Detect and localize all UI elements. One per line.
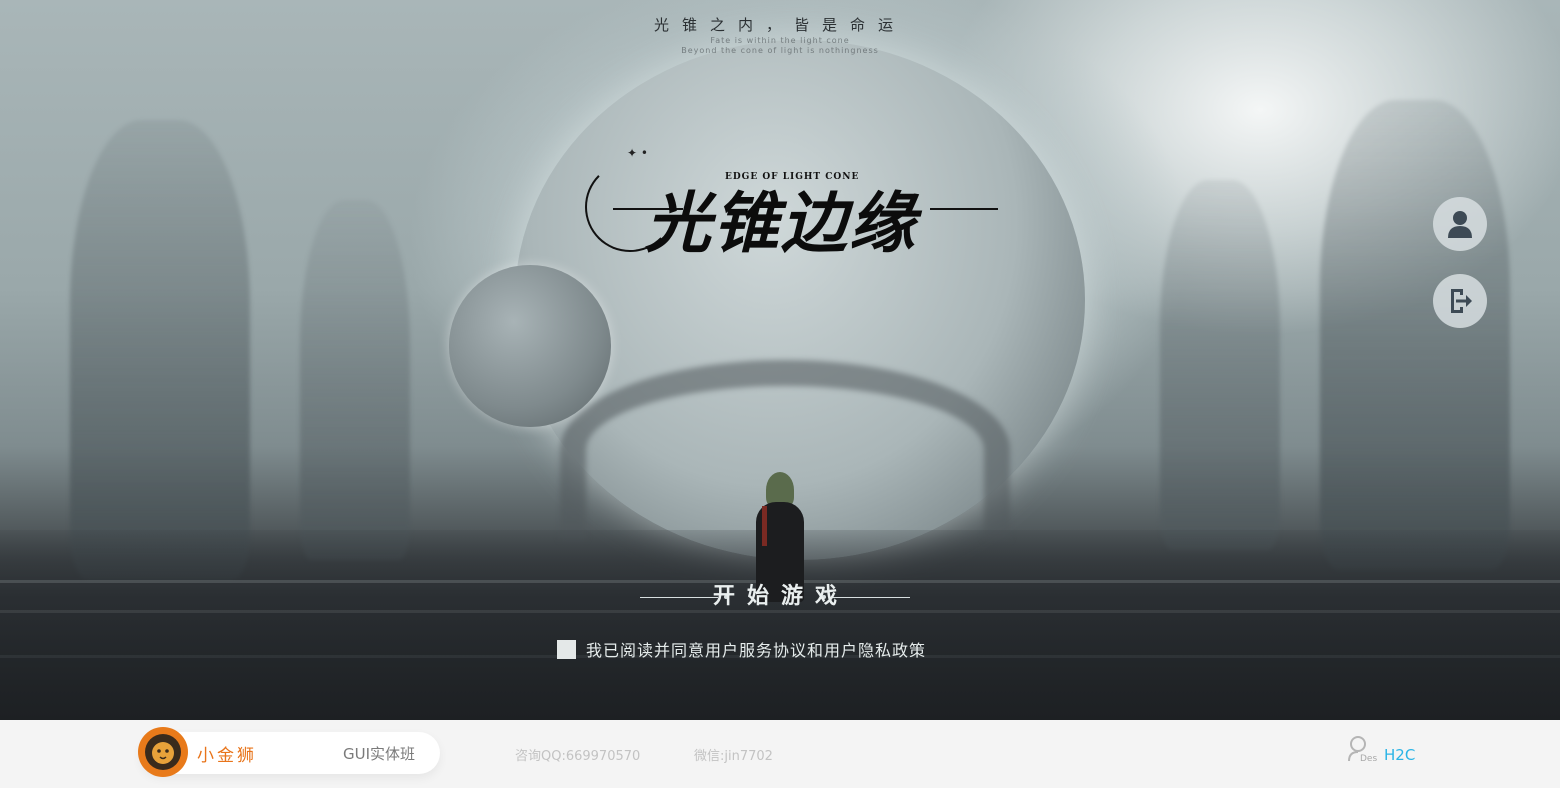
start-game-label: 开始游戏	[712, 584, 849, 609]
course-name: GUI实体班	[343, 745, 416, 763]
bg-pillar	[70, 120, 250, 580]
exit-door-icon	[1451, 289, 1472, 313]
qq-contact: 咨询QQ:669970570	[515, 749, 641, 764]
account-button[interactable]	[1433, 197, 1487, 251]
figure-trim	[762, 506, 767, 546]
small-moon	[449, 265, 611, 427]
agreement-checkbox[interactable]	[557, 639, 576, 659]
bg-pillar	[300, 200, 410, 560]
lion-logo-icon	[138, 727, 188, 777]
logo-line-right	[930, 208, 998, 210]
logo-chinese-title: 光锥边缘	[645, 184, 917, 262]
wechat-contact: 微信:jin7702	[694, 749, 773, 764]
top-subtitle-2: Beyond the cone of light is nothingness	[681, 46, 879, 55]
user-silhouette-icon	[1448, 211, 1472, 238]
footer-bar: 小金狮 GUI实体班 咨询QQ:669970570 微信:jin7702 Des…	[0, 720, 1560, 788]
game-logo: ✦ • EDGE OF LIGHT CONE 光锥边缘	[585, 140, 1005, 270]
start-game-button[interactable]: 开始游戏	[640, 580, 910, 614]
bg-pillar	[1320, 100, 1510, 570]
top-slogan: 光锥之内，皆是命运	[653, 16, 906, 34]
bg-pillar	[1160, 180, 1280, 550]
agreement-row[interactable]: 我已阅读并同意用户服务协议和用户隐私政策	[557, 638, 926, 660]
agreement-text: 我已阅读并同意用户服务协议和用户隐私政策	[586, 641, 927, 660]
lion-face-icon	[145, 734, 181, 770]
sparkle-icon: ✦ •	[627, 146, 648, 160]
game-login-scene: 光锥之内，皆是命运 Fate is within the light cone …	[0, 0, 1560, 720]
top-subtitle-1: Fate is within the light cone	[710, 36, 850, 45]
brand-name: 小金狮	[197, 746, 257, 766]
h2c-badge: H2C	[1384, 746, 1416, 764]
des-label: Des	[1360, 754, 1378, 764]
exit-button[interactable]	[1433, 274, 1487, 328]
